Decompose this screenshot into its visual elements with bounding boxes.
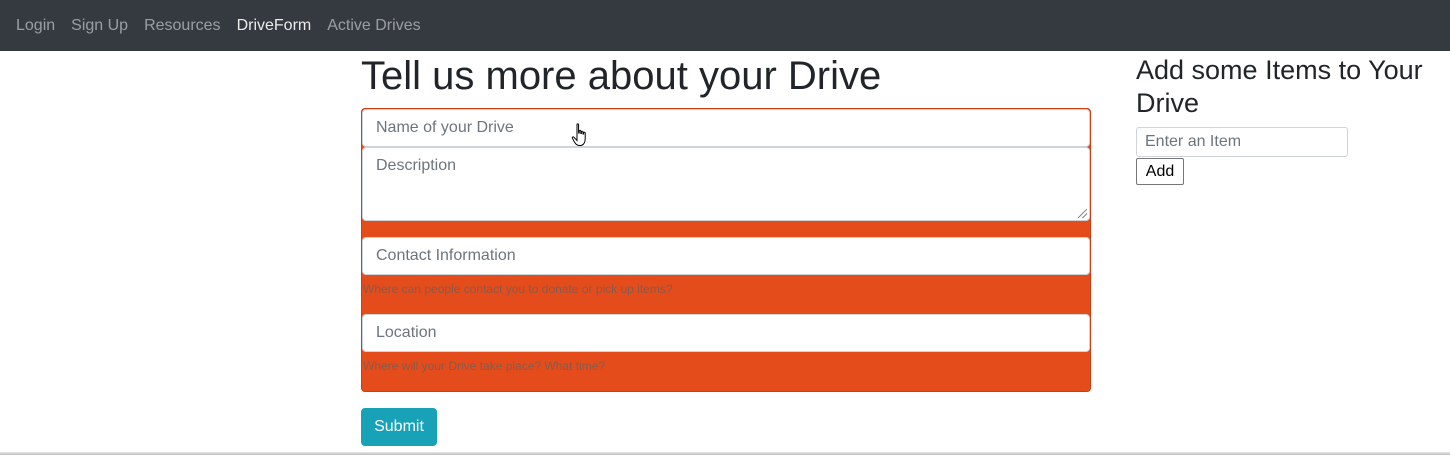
contact-help-text: Where can people contact you to donate o… [363, 282, 673, 296]
description-textarea[interactable]: Description [362, 147, 1090, 221]
nav-active-drives-link[interactable]: Active Drives [327, 17, 420, 35]
drive-name-input[interactable]: Name of your Drive [362, 109, 1090, 147]
items-heading: Add some Items to Your Drive [1136, 55, 1423, 118]
submit-button[interactable]: Submit [361, 408, 437, 446]
drive-name-placeholder: Name of your Drive [376, 119, 514, 136]
location-input[interactable]: Location [362, 314, 1090, 352]
add-item-button[interactable]: Add [1136, 158, 1184, 185]
top-navbar: Login Sign Up Resources DriveForm Active… [0, 0, 1450, 51]
location-placeholder: Location [376, 324, 437, 341]
page-title: Tell us more about your Drive [361, 54, 882, 98]
contact-information-input[interactable]: Contact Information [362, 237, 1090, 275]
location-help-text: Where will your Drive take place? What t… [363, 359, 606, 373]
description-placeholder: Description [376, 157, 457, 174]
hand-pointer-icon [571, 123, 586, 146]
nav-signup-link[interactable]: Sign Up [71, 17, 128, 35]
nav-driveform-link[interactable]: DriveForm [237, 17, 312, 35]
item-placeholder: Enter an Item [1145, 133, 1242, 150]
contact-placeholder: Contact Information [376, 247, 516, 264]
nav-resources-link[interactable]: Resources [144, 17, 220, 35]
nav-login-link[interactable]: Login [16, 17, 55, 35]
item-input[interactable]: Enter an Item [1136, 127, 1348, 157]
resize-grip-icon[interactable] [1078, 209, 1087, 218]
drive-form-panel: Name of your Drive Description Contact I… [361, 108, 1091, 392]
